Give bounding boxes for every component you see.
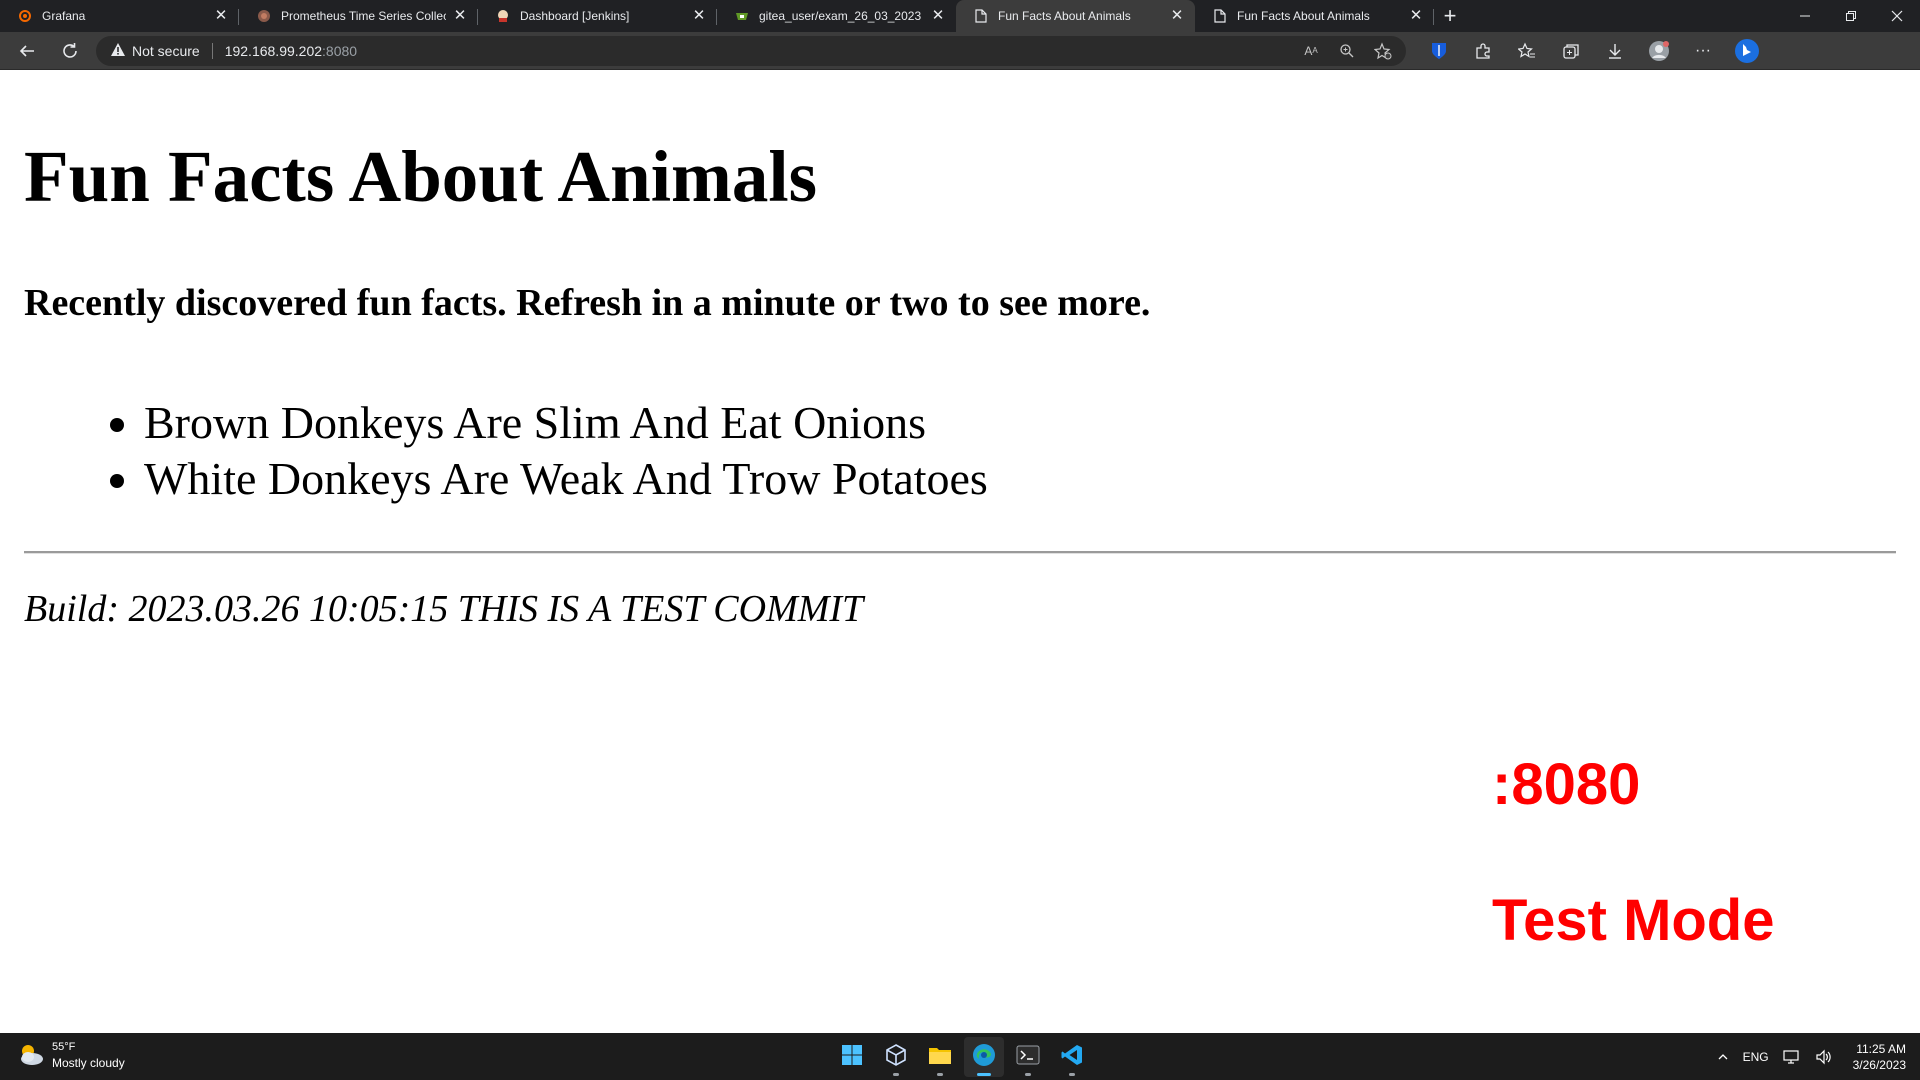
list-item: White Donkeys Are Weak And Trow Potatoes bbox=[144, 451, 988, 507]
downloads-icon[interactable] bbox=[1600, 36, 1630, 66]
browser-toolbar: Not secure 192.168.99.202:8080 AA ··· bbox=[0, 32, 1920, 70]
windows-logo-icon bbox=[841, 1044, 863, 1071]
collections-icon[interactable] bbox=[1556, 36, 1586, 66]
clock-date: 3/26/2023 bbox=[1852, 1057, 1906, 1072]
page-icon bbox=[974, 9, 988, 23]
extensions-icon[interactable] bbox=[1468, 36, 1498, 66]
chevron-up-icon[interactable] bbox=[1717, 1051, 1729, 1063]
favorites-icon[interactable] bbox=[1512, 36, 1542, 66]
jenkins-icon bbox=[496, 9, 510, 23]
weather-widget[interactable]: 55°F Mostly cloudy bbox=[16, 1039, 125, 1071]
bing-copilot-icon[interactable] bbox=[1732, 36, 1762, 66]
read-aloud-icon[interactable]: AA bbox=[1300, 40, 1322, 62]
terminal-icon bbox=[1016, 1045, 1040, 1070]
taskbar-file-explorer[interactable] bbox=[920, 1037, 960, 1077]
tab-gitea[interactable]: gitea_user/exam_26_03_2023 - exam ✕ bbox=[717, 0, 956, 32]
folder-icon bbox=[928, 1045, 952, 1070]
virtualbox-icon bbox=[885, 1043, 907, 1071]
new-tab-button[interactable]: + bbox=[1434, 0, 1466, 32]
close-icon[interactable]: ✕ bbox=[930, 8, 946, 24]
system-tray: ENG 11:25 AM 3/26/2023 bbox=[1717, 1033, 1906, 1080]
start-button[interactable] bbox=[832, 1037, 872, 1077]
taskbar-terminal[interactable] bbox=[1008, 1037, 1048, 1077]
tab-fun-facts[interactable]: Fun Facts About Animals ✕ bbox=[1195, 0, 1434, 32]
tab-title: Fun Facts About Animals bbox=[998, 9, 1131, 23]
tab-title: Grafana bbox=[42, 9, 86, 23]
taskbar-edge[interactable] bbox=[964, 1037, 1004, 1077]
tab-list: Grafana ✕ Prometheus Time Series Collect… bbox=[0, 0, 1434, 32]
settings-more-icon[interactable]: ··· bbox=[1688, 36, 1718, 66]
tab-fun-facts-active[interactable]: Fun Facts About Animals ✕ bbox=[956, 0, 1195, 32]
minimize-button[interactable] bbox=[1782, 0, 1828, 32]
mode-label: Test Mode bbox=[1492, 888, 1775, 953]
horizontal-rule bbox=[24, 551, 1896, 554]
address-bar-actions: AA bbox=[1300, 40, 1406, 62]
build-info: Build: 2023.03.26 10:05:15 THIS IS A TES… bbox=[24, 588, 864, 630]
url-port: :8080 bbox=[322, 42, 358, 59]
zoom-icon[interactable] bbox=[1336, 40, 1358, 62]
clock[interactable]: 11:25 AM 3/26/2023 bbox=[1853, 1041, 1906, 1073]
tab-title: Fun Facts About Animals bbox=[1237, 9, 1370, 23]
address-bar[interactable]: Not secure 192.168.99.202:8080 AA bbox=[96, 35, 1406, 66]
tab-jenkins[interactable]: Dashboard [Jenkins] ✕ bbox=[478, 0, 717, 32]
bitwarden-extension-icon[interactable] bbox=[1424, 36, 1454, 66]
cloudy-weather-icon bbox=[16, 1040, 46, 1070]
add-favorite-icon[interactable] bbox=[1372, 40, 1394, 62]
gitea-icon bbox=[735, 9, 749, 23]
volume-icon[interactable] bbox=[1815, 1049, 1833, 1065]
back-button[interactable] bbox=[11, 35, 43, 67]
taskbar-apps bbox=[832, 1037, 1092, 1077]
language-indicator[interactable]: ENG bbox=[1743, 1050, 1769, 1064]
tab-prometheus[interactable]: Prometheus Time Series Collection ✕ bbox=[239, 0, 478, 32]
window-controls bbox=[1782, 0, 1920, 32]
page-icon bbox=[1213, 9, 1227, 23]
port-label: :8080 bbox=[1492, 752, 1641, 817]
refresh-button[interactable] bbox=[54, 35, 86, 67]
close-icon[interactable]: ✕ bbox=[691, 8, 707, 24]
warning-icon bbox=[110, 42, 126, 60]
toolbar-actions: ··· bbox=[1424, 36, 1762, 66]
tab-grafana[interactable]: Grafana ✕ bbox=[0, 0, 239, 32]
web-page: Fun Facts About Animals Recently discove… bbox=[0, 71, 1920, 1033]
prometheus-icon bbox=[257, 9, 271, 23]
close-icon[interactable]: ✕ bbox=[452, 8, 468, 24]
weather-temperature: 55°F bbox=[52, 1041, 76, 1053]
taskbar-virtualbox[interactable] bbox=[876, 1037, 916, 1077]
list-item: Brown Donkeys Are Slim And Eat Onions bbox=[144, 395, 988, 451]
clock-time: 11:25 AM bbox=[1856, 1041, 1906, 1056]
page-subtitle: Recently discovered fun facts. Refresh i… bbox=[24, 282, 1151, 324]
profile-avatar[interactable] bbox=[1644, 36, 1674, 66]
tab-title: gitea_user/exam_26_03_2023 - exam bbox=[759, 9, 924, 23]
close-icon[interactable]: ✕ bbox=[213, 8, 229, 24]
security-label: Not secure bbox=[132, 42, 200, 59]
facts-list: Brown Donkeys Are Slim And Eat Onions Wh… bbox=[144, 395, 988, 507]
taskbar-vscode[interactable] bbox=[1052, 1037, 1092, 1077]
tab-title: Prometheus Time Series Collection bbox=[281, 9, 446, 23]
weather-description: Mostly cloudy bbox=[52, 1056, 125, 1070]
tab-title: Dashboard [Jenkins] bbox=[520, 9, 630, 23]
restore-button[interactable] bbox=[1828, 0, 1874, 32]
edge-icon bbox=[972, 1043, 996, 1072]
vscode-icon bbox=[1061, 1044, 1083, 1071]
security-indicator[interactable]: Not secure bbox=[110, 42, 200, 60]
network-icon[interactable] bbox=[1783, 1049, 1801, 1065]
close-window-button[interactable] bbox=[1874, 0, 1920, 32]
url-host: 192.168.99.202 bbox=[224, 42, 323, 59]
close-icon[interactable]: ✕ bbox=[1169, 8, 1185, 24]
address-divider bbox=[211, 42, 213, 59]
page-title: Fun Facts About Animals bbox=[24, 136, 818, 217]
close-icon[interactable]: ✕ bbox=[1408, 8, 1424, 24]
grafana-icon bbox=[18, 9, 32, 23]
tab-strip: Grafana ✕ Prometheus Time Series Collect… bbox=[0, 0, 1920, 32]
windows-taskbar: 55°F Mostly cloudy ENG 11:25 AM 3/26/202… bbox=[0, 1033, 1920, 1080]
